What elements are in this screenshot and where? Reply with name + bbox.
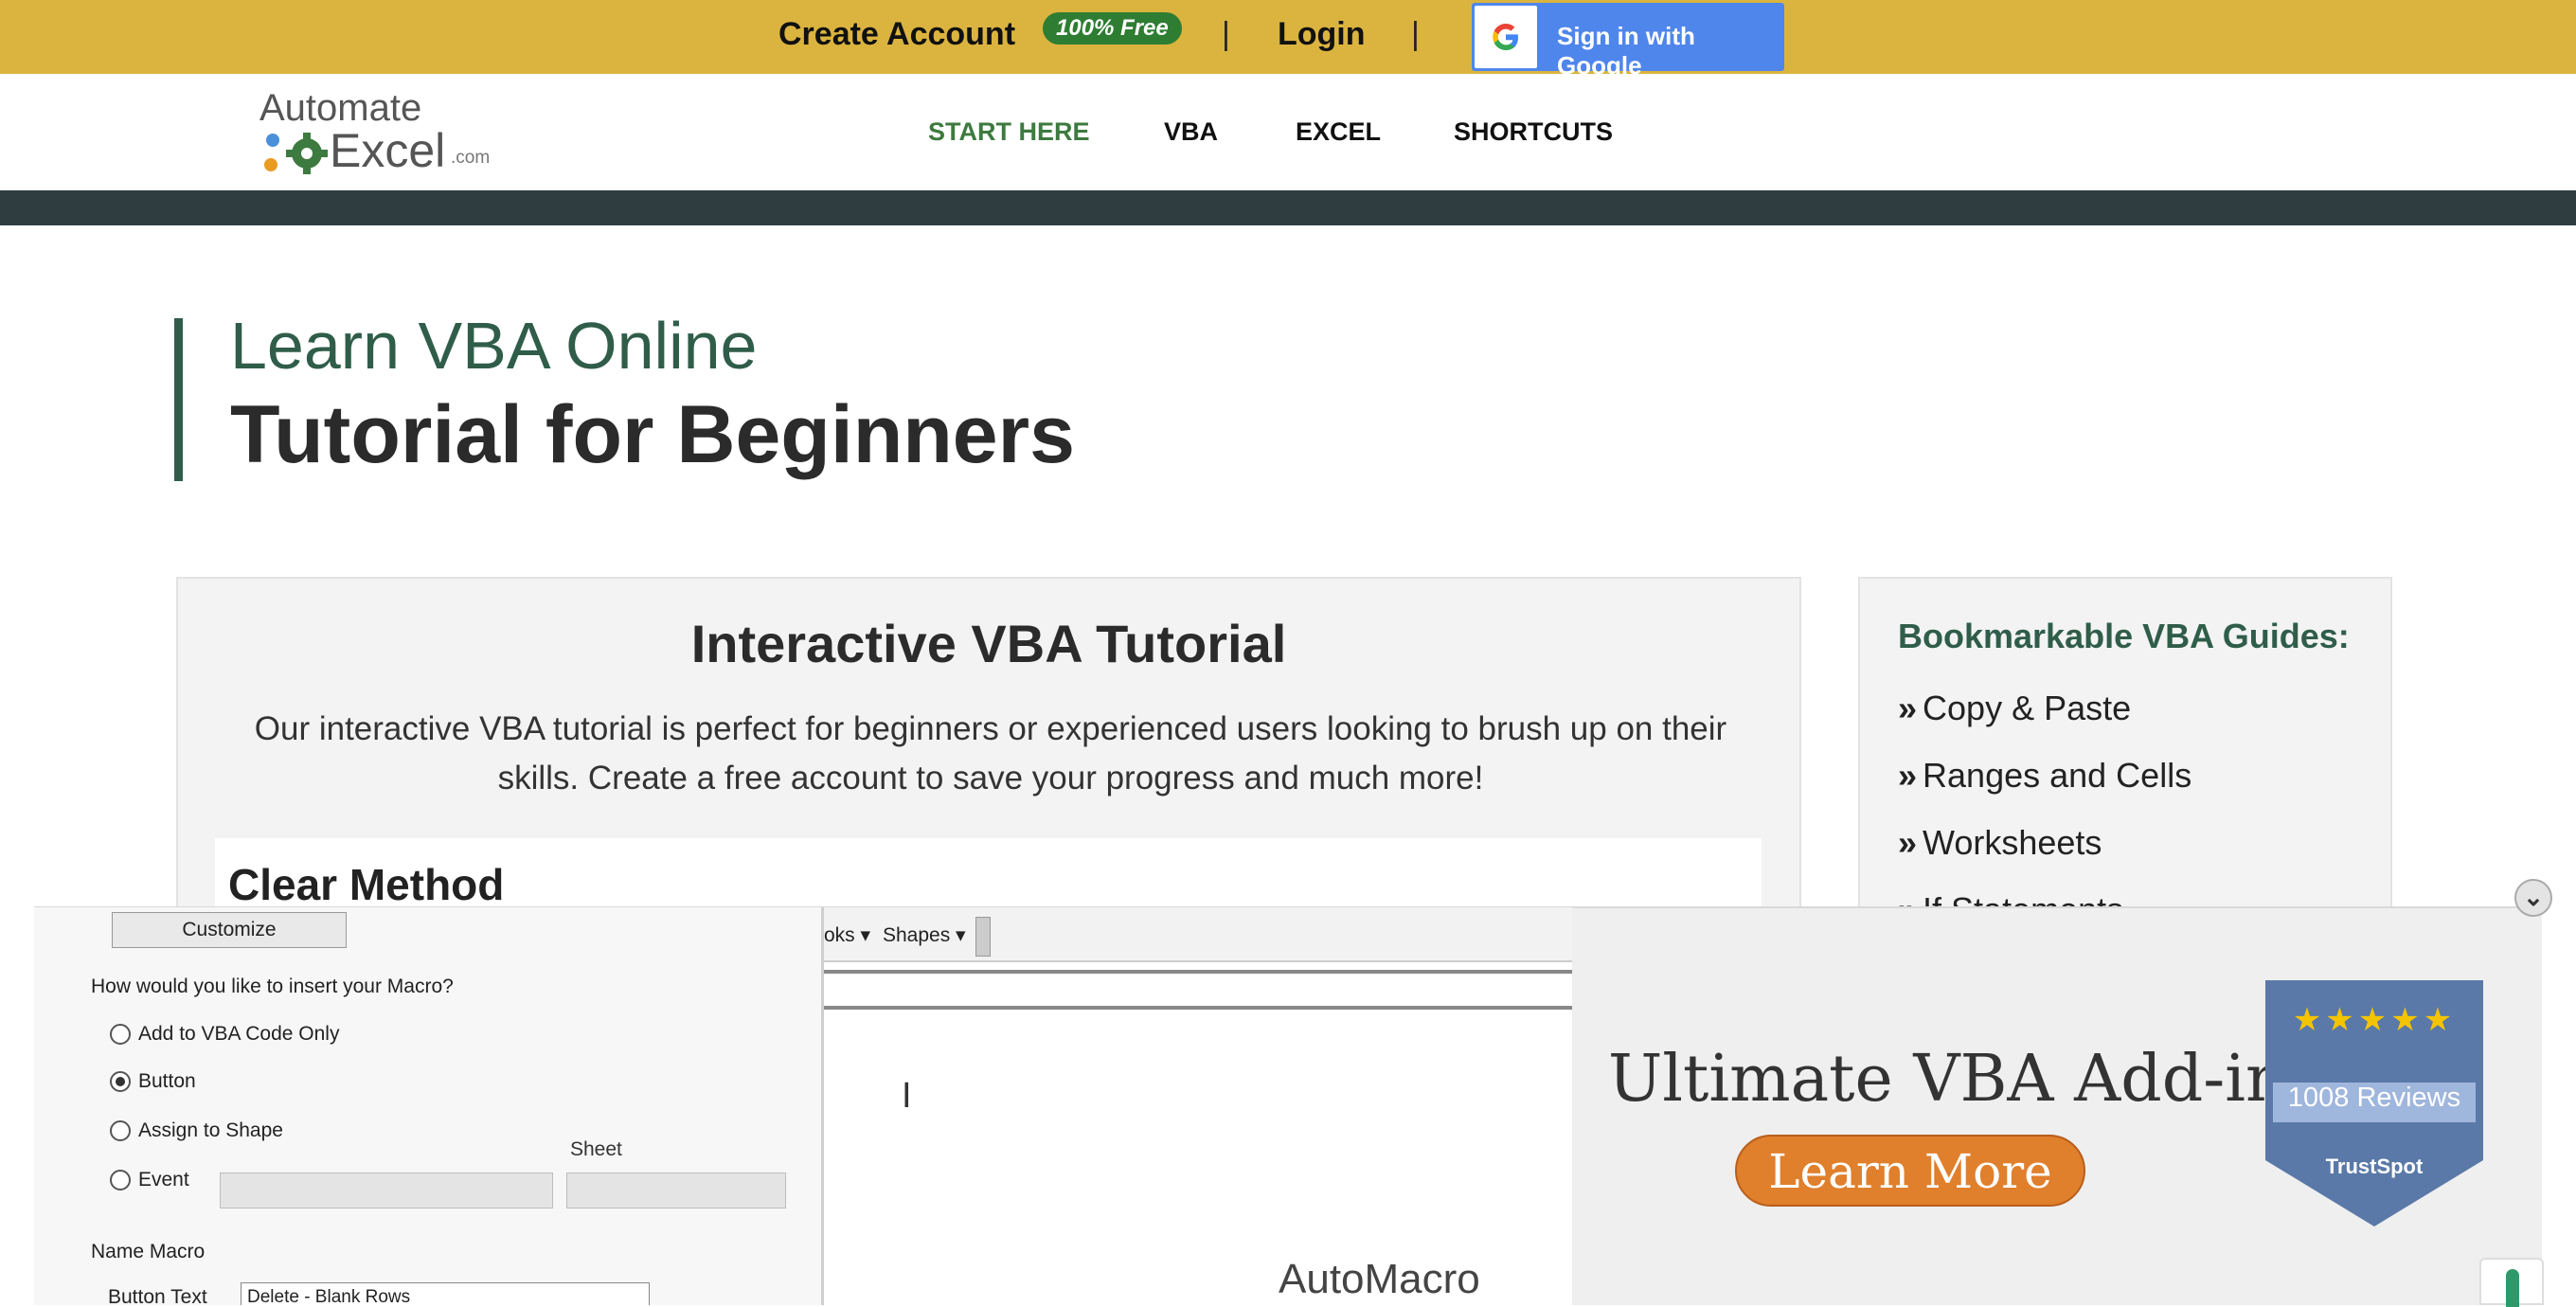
radio-label: Add to VBA Code Only bbox=[138, 1023, 340, 1045]
guide-link[interactable]: » Copy & Paste bbox=[1898, 689, 2131, 728]
radio-icon bbox=[110, 1120, 131, 1142]
button-text-field: Delete - Blank Rows bbox=[241, 1282, 650, 1305]
google-icon bbox=[1475, 6, 1537, 68]
radio-label: Assign to Shape bbox=[138, 1119, 283, 1141]
separator: | bbox=[1411, 16, 1420, 52]
radio-icon bbox=[110, 1024, 131, 1046]
logo-text-com: .com bbox=[451, 148, 491, 168]
gear-icon bbox=[264, 133, 328, 174]
radio-option: Add to VBA Code Only bbox=[110, 1023, 339, 1046]
star-rating: ★★★★★ bbox=[2292, 1002, 2457, 1038]
tutorial-heading: Interactive VBA Tutorial bbox=[690, 614, 1287, 673]
collapse-ad-button[interactable]: ⌄ bbox=[2514, 879, 2552, 917]
review-count: 1008 Reviews bbox=[2287, 1083, 2461, 1113]
radio-option: Assign to Shape bbox=[110, 1119, 283, 1142]
divider bbox=[824, 970, 1572, 974]
guide-label: Copy & Paste bbox=[1923, 689, 2132, 727]
chevron-right-icon: » bbox=[1898, 689, 1918, 727]
guides-heading: Bookmarkable VBA Guides: bbox=[1898, 617, 2350, 655]
radio-option: Event bbox=[110, 1169, 189, 1191]
google-signin-button[interactable]: Sign in with Google bbox=[1472, 3, 1784, 80]
page-title: Tutorial for Beginners bbox=[230, 389, 1075, 480]
radio-selected-icon bbox=[110, 1071, 131, 1093]
radio-option: Button bbox=[110, 1070, 196, 1093]
free-badge: 100% Free bbox=[1043, 12, 1182, 45]
page-subtitle: Learn VBA Online bbox=[230, 309, 758, 383]
promo-bar: Create Account 100% Free | Login | Sign … bbox=[0, 0, 2576, 80]
event-dropdown bbox=[220, 1173, 553, 1209]
insert-question: How would you like to insert your Macro? bbox=[91, 976, 454, 997]
title-accent-bar bbox=[174, 318, 183, 481]
preview-title: Clear Method bbox=[228, 860, 505, 909]
ribbon: oks ▾ Shapes ▾ bbox=[824, 907, 1572, 962]
privacy-widget[interactable] bbox=[2479, 1258, 2544, 1307]
separator: | bbox=[1222, 16, 1230, 52]
excel-screenshot: oks ▾ Shapes ▾ I AutoMacro bbox=[824, 907, 1572, 1305]
logo-text-excel: Excel bbox=[330, 124, 446, 177]
chevron-right-icon: » bbox=[1898, 756, 1918, 795]
macro-dialog-screenshot: Customize How would you like to insert y… bbox=[34, 907, 824, 1305]
automacro-logo: AutoMacro bbox=[1279, 1256, 1480, 1302]
ribbon-item: oks ▾ bbox=[824, 924, 871, 946]
radio-label: Event bbox=[138, 1169, 189, 1191]
trustspot-label: TrustSpot bbox=[2325, 1155, 2424, 1178]
name-macro-label: Name Macro bbox=[91, 1241, 206, 1262]
ribbon-scroll-button bbox=[975, 917, 991, 957]
guide-label: Worksheets bbox=[1923, 823, 2102, 862]
trustspot-badge[interactable]: ★★★★★ 1008 Reviews TrustSpot bbox=[2265, 980, 2483, 1226]
sheet-label: Sheet bbox=[570, 1138, 622, 1160]
sheet-dropdown bbox=[566, 1173, 786, 1209]
divider bbox=[824, 1006, 1572, 1010]
ribbon-item: Shapes ▾ bbox=[883, 924, 966, 946]
guide-label: Ranges and Cells bbox=[1923, 756, 2192, 795]
customize-button: Customize bbox=[112, 912, 347, 948]
chevron-right-icon: » bbox=[1898, 823, 1918, 862]
nav-excel[interactable]: EXCEL bbox=[1296, 117, 1381, 147]
radio-label: Button bbox=[138, 1070, 196, 1092]
tutorial-description: Our interactive VBA tutorial is perfect … bbox=[254, 710, 1727, 797]
lock-icon bbox=[2506, 1269, 2519, 1307]
nav-start-here[interactable]: START HERE bbox=[928, 117, 1090, 147]
learn-more-button[interactable]: Learn More bbox=[1735, 1135, 2085, 1207]
radio-icon bbox=[110, 1170, 131, 1191]
nav-vba[interactable]: VBA bbox=[1164, 117, 1218, 147]
guides-sidebar: Bookmarkable VBA Guides: » Copy & Paste »… bbox=[1858, 577, 2392, 956]
ad-headline: Ultimate VBA Add-in bbox=[1608, 1042, 2287, 1117]
create-account-link[interactable]: Create Account bbox=[778, 16, 1015, 53]
button-text-label: Button Text bbox=[108, 1286, 207, 1305]
text-cursor-icon: I bbox=[902, 1076, 912, 1116]
guide-link[interactable]: » Ranges and Cells bbox=[1898, 756, 2191, 796]
header-divider bbox=[0, 190, 2576, 225]
site-logo[interactable]: Automate Excel .com bbox=[258, 87, 504, 178]
nav-shortcuts[interactable]: SHORTCUTS bbox=[1454, 117, 1613, 147]
login-link[interactable]: Login bbox=[1278, 16, 1366, 53]
guide-link[interactable]: » Worksheets bbox=[1898, 823, 2102, 863]
chevron-double-down-icon: ⌄ bbox=[2523, 883, 2544, 911]
google-signin-label: Sign in with Google bbox=[1557, 22, 1695, 80]
